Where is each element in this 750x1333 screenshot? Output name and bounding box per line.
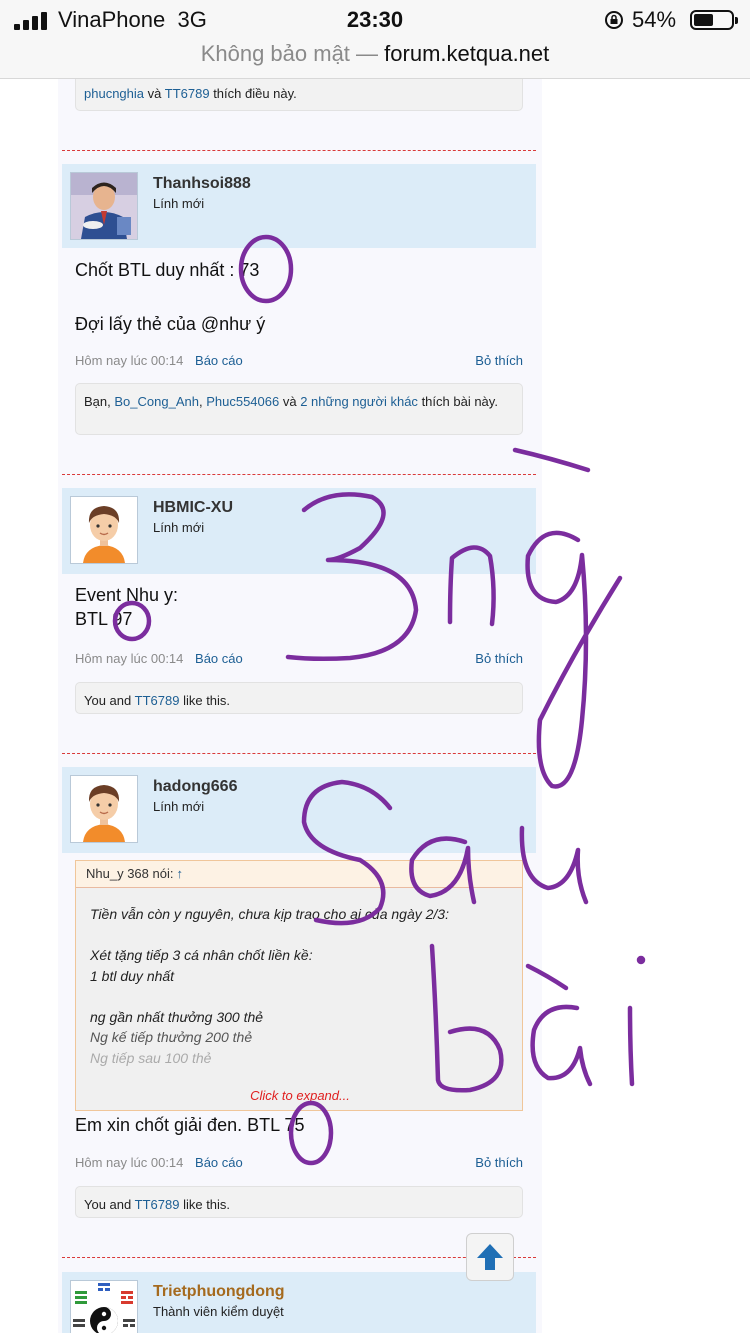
handwriting-dot [636,955,646,965]
default-avatar-icon [71,497,137,563]
liker-link[interactable]: Bo_Cong_Anh [114,394,199,409]
post-line: Em xin chốt giải đen. BTL 75 [75,1115,305,1135]
battery-icon [690,10,738,30]
post-meta: Hôm nay lúc 00:14 Báo cáo Bỏ thích [75,1155,523,1173]
liker-link[interactable]: phucnghia [84,86,144,101]
post-date: Hôm nay lúc 00:14 [75,353,184,368]
report-link[interactable]: Báo cáo [195,1155,243,1170]
likes-suffix: thích điều này. [213,86,297,101]
user-title: Lính mới [153,520,205,535]
avatar[interactable] [70,775,138,843]
quote-body: Tiền vẫn còn y nguyên, chưa kịp trao cho… [76,888,522,1068]
post-divider [62,150,536,151]
quote-line: Ng kế tiếp thưởng 200 thẻ [90,1029,253,1045]
likes-summary: phucnghia và TT6789 thích điều này. [75,79,523,111]
quote-block: Nhu_y 368 nói: ↑ Tiền vẫn còn y nguyên, c… [75,860,523,1111]
quote-line [90,986,508,1007]
arrow-up-icon [477,1244,503,1270]
post-divider [62,474,536,475]
liker-link[interactable]: TT6789 [135,1197,180,1212]
likes-and: và [147,86,162,101]
username-link[interactable]: Trietphuongdong [153,1283,285,1301]
likes-and: và [282,394,297,409]
expand-quote-link[interactable]: Click to expand... [76,1088,522,1103]
post-meta: Hôm nay lúc 00:14 Báo cáo Bỏ thích [75,353,523,371]
scroll-to-top-button[interactable] [466,1233,514,1281]
post-line: Event Nhu y: [75,585,179,605]
likes-prefix: You and [84,1197,132,1212]
avatar[interactable] [70,496,138,564]
security-label: Không bảo mật — [200,41,379,66]
likes-summary: You and TT6789 like this. [75,682,523,714]
quote-line: Ng tiếp sau 100 thẻ [90,1049,212,1066]
post-divider [62,1257,536,1258]
likes-summary: Bạn, Bo_Cong_Anh, Phuc554066 và 2 những … [75,383,523,435]
default-avatar-icon [71,776,137,842]
quote-line [90,925,508,946]
quote-author: Nhu_y 368 nói: [86,866,174,881]
likes-suffix: like this. [183,693,231,708]
quote-source-link[interactable]: ↑ [176,866,183,881]
avatar[interactable] [70,172,138,240]
likes-separator: , [198,394,203,409]
quote-line: Xét tặng tiếp 3 cá nhân chốt liền kề: [90,947,313,963]
post-date: Hôm nay lúc 00:14 [75,1155,184,1170]
quote-header: Nhu_y 368 nói: ↑ [76,861,522,888]
post-author-header: HBMIC-XU Lính mới [62,488,536,574]
report-link[interactable]: Báo cáo [195,651,243,666]
post-author-header: Trietphuongdong Thành viên kiểm duyệt [62,1272,536,1333]
liker-link[interactable]: TT6789 [165,86,210,101]
post-message: Em xin chốt giải đen. BTL 75 [75,1113,304,1137]
avatar[interactable] [70,1280,138,1333]
liker-link[interactable]: Phuc554066 [206,394,279,409]
likes-prefix: Bạn, [84,394,111,409]
domain-label: forum.ketqua.net [384,41,550,66]
user-title: Lính mới [153,799,205,814]
quote-line: ng gần nhất thưởng 300 thẻ [90,1008,264,1025]
unlike-link[interactable]: Bỏ thích [475,651,523,666]
unlike-link[interactable]: Bỏ thích [475,1155,523,1170]
quote-line: Tiền vẫn còn y nguyên, chưa kịp trao cho… [90,906,449,922]
address-bar[interactable]: Không bảo mật — forum.ketqua.net [0,40,750,79]
post-author-header: Thanhsoi888 Lính mới [62,164,536,248]
liker-link[interactable]: TT6789 [135,693,180,708]
username-link[interactable]: hadong666 [153,778,237,796]
user-title: Lính mới [153,196,205,211]
battery-percent: 54% [632,7,677,32]
handwriting-i [627,1005,635,1087]
likes-suffix: like this. [183,1197,231,1212]
bagua-yin-yang-icon [71,1281,137,1333]
post-line: Đợi lấy thẻ của @như ý [75,314,266,334]
post-message: Event Nhu y: BTL 97 [75,583,178,631]
post-meta: Hôm nay lúc 00:14 Báo cáo Bỏ thích [75,651,523,669]
post-line: Chốt BTL duy nhất : 73 [75,260,260,280]
report-link[interactable]: Báo cáo [195,353,243,368]
likes-suffix: thích bài này. [421,394,498,409]
orientation-lock-icon [605,11,623,29]
username-link[interactable]: Thanhsoi888 [153,175,251,193]
post-date: Hôm nay lúc 00:14 [75,651,184,666]
unlike-link[interactable]: Bỏ thích [475,353,523,368]
user-photo-icon [71,173,137,239]
post-line: BTL 97 [75,609,133,629]
likes-prefix: You and [84,693,132,708]
likes-summary: You and TT6789 like this. [75,1186,523,1218]
other-likers-link[interactable]: 2 những người khác [300,394,418,409]
quote-line: 1 btl duy nhất [90,967,175,984]
post-message: Chốt BTL duy nhất : 73 Đợi lấy thẻ của @… [75,258,265,336]
user-title: Thành viên kiểm duyệt [153,1304,284,1319]
username-link[interactable]: HBMIC-XU [153,499,233,517]
status-bar: VinaPhone 3G 23:30 54% [0,0,750,40]
post-divider [62,753,536,754]
post-author-header: hadong666 Lính mới [62,767,536,853]
